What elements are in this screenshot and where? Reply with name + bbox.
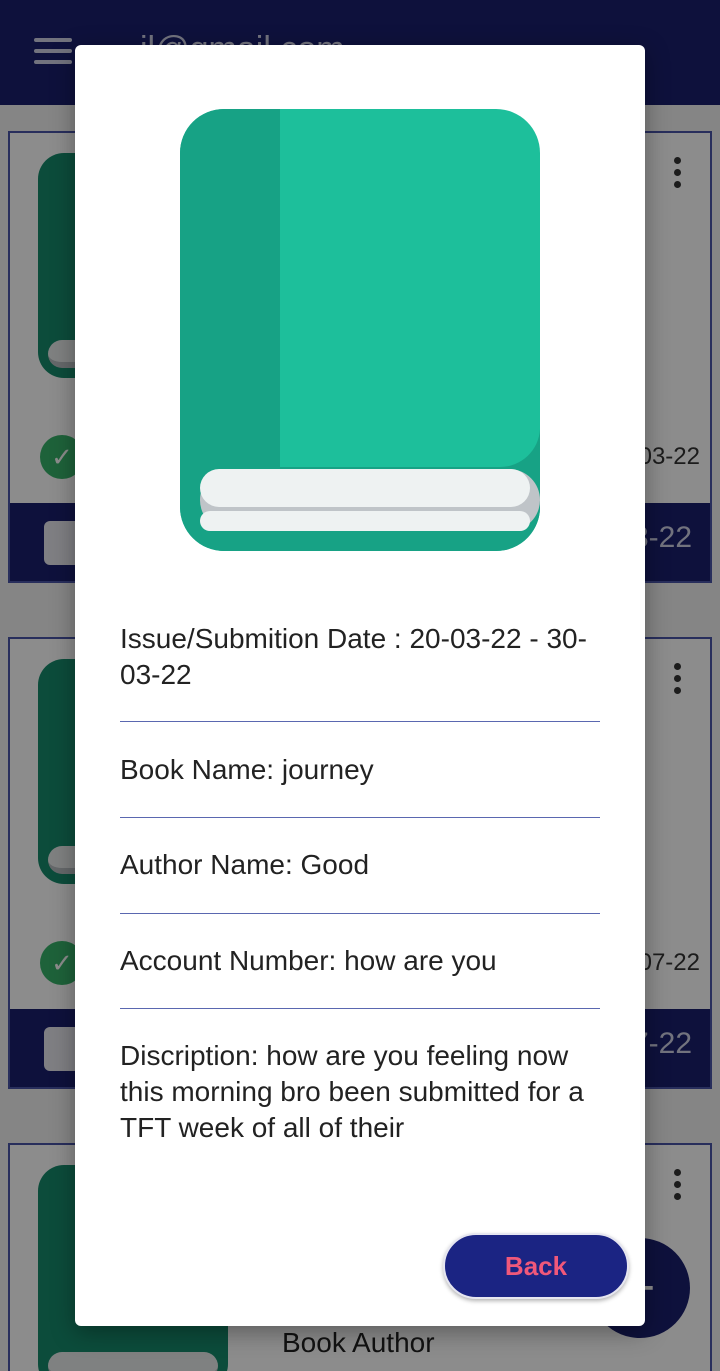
account-number: Account Number: how are you — [120, 945, 497, 976]
book-detail-dialog: Issue/Submition Date : 20-03-22 - 30-03-… — [75, 45, 645, 1326]
book-name: Book Name: journey — [120, 754, 374, 785]
divider — [120, 721, 600, 722]
divider — [120, 913, 600, 914]
description: Discription: how are you feeling now thi… — [120, 1040, 584, 1143]
author-name: Author Name: Good — [120, 849, 370, 880]
book-icon — [180, 109, 540, 551]
issue-submission-date: Issue/Submition Date : 20-03-22 - 30-03-… — [120, 623, 587, 690]
divider — [120, 1008, 600, 1009]
back-button[interactable]: Back — [443, 1233, 629, 1299]
divider — [120, 817, 600, 818]
